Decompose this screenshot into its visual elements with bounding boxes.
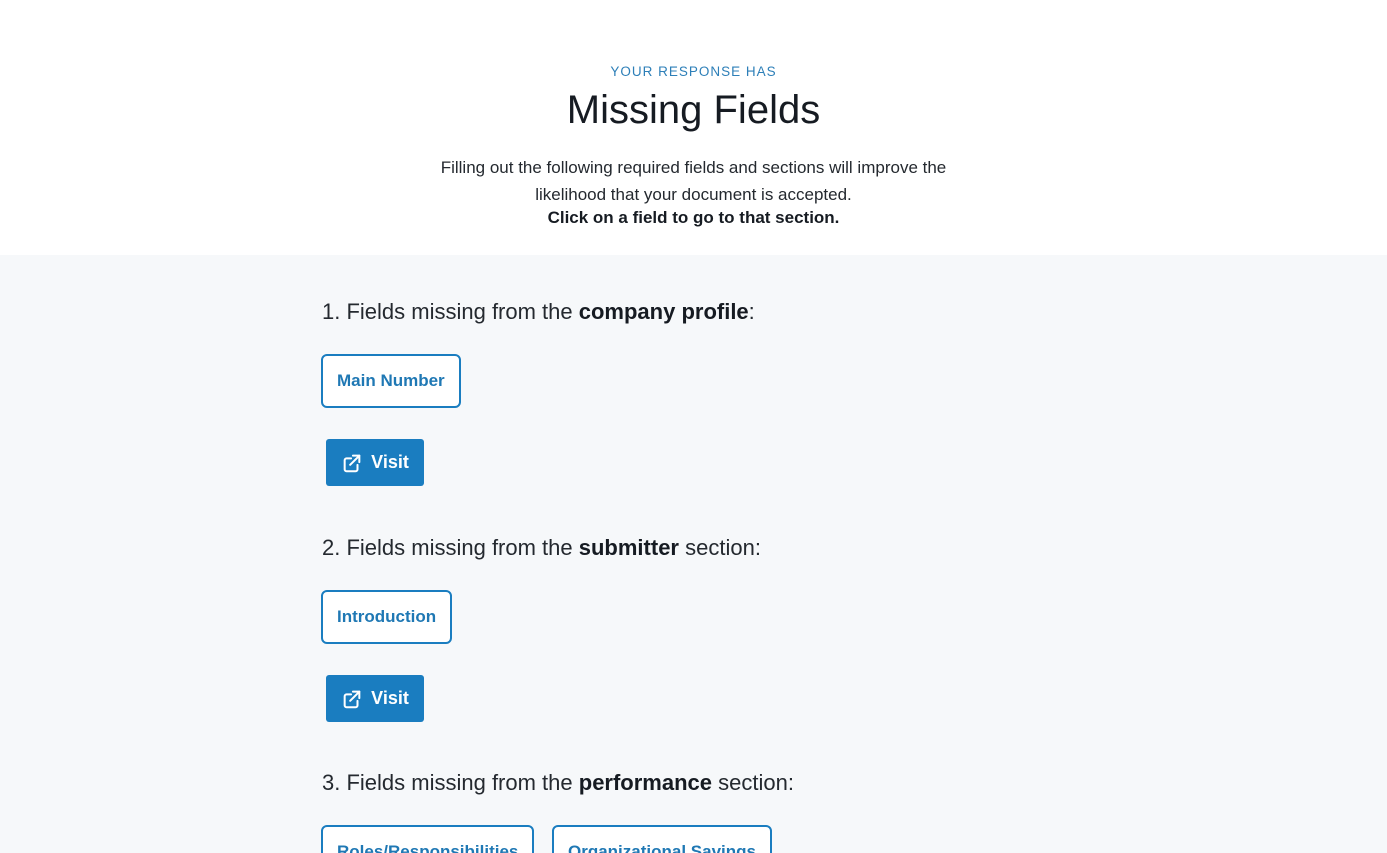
section-heading-performance: 3. Fields missing from the performance s… bbox=[322, 770, 794, 796]
section-heading-prefix: 1. Fields missing from the bbox=[322, 299, 579, 324]
section-heading-submitter: 2. Fields missing from the submitter sec… bbox=[322, 535, 761, 561]
section-heading-name: submitter bbox=[578, 535, 679, 560]
header-section: YOUR RESPONSE HAS Missing Fields Filling… bbox=[0, 0, 1387, 255]
section-heading-name: company profile bbox=[578, 299, 749, 324]
missing-fields-list: 1. Fields missing from the company profi… bbox=[0, 255, 1387, 853]
section-heading-suffix: section: bbox=[712, 770, 794, 795]
section-heading-company-profile: 1. Fields missing from the company profi… bbox=[322, 299, 755, 325]
visit-button-submitter[interactable]: Visit bbox=[326, 675, 424, 722]
field-button-introduction[interactable]: Introduction bbox=[321, 590, 453, 644]
missing-fields-page: YOUR RESPONSE HAS Missing Fields Filling… bbox=[0, 0, 1387, 853]
section-heading-prefix: 2. Fields missing from the bbox=[322, 535, 579, 560]
section-heading-prefix: 3. Fields missing from the bbox=[322, 770, 579, 795]
field-button-organizational-savings[interactable]: Organizational Savings bbox=[552, 825, 772, 853]
page-instruction: Click on a field to go to that section. bbox=[547, 208, 840, 227]
section-heading-suffix: section: bbox=[679, 535, 761, 560]
page-description: Filling out the following required field… bbox=[440, 158, 947, 204]
visit-button-label: Visit bbox=[371, 452, 409, 472]
external-link-icon bbox=[343, 454, 361, 472]
section-heading-name: performance bbox=[578, 770, 713, 795]
field-button-main-number[interactable]: Main Number bbox=[321, 354, 461, 408]
visit-button-company-profile[interactable]: Visit bbox=[326, 439, 424, 486]
section-heading-suffix: : bbox=[748, 299, 755, 324]
eyebrow-label: YOUR RESPONSE HAS bbox=[610, 64, 777, 79]
field-button-roles-responsibilities[interactable]: Roles/Responsibilities bbox=[321, 825, 535, 853]
page-title: Missing Fields bbox=[566, 88, 821, 132]
visit-button-label: Visit bbox=[371, 688, 409, 708]
external-link-icon bbox=[343, 690, 361, 708]
